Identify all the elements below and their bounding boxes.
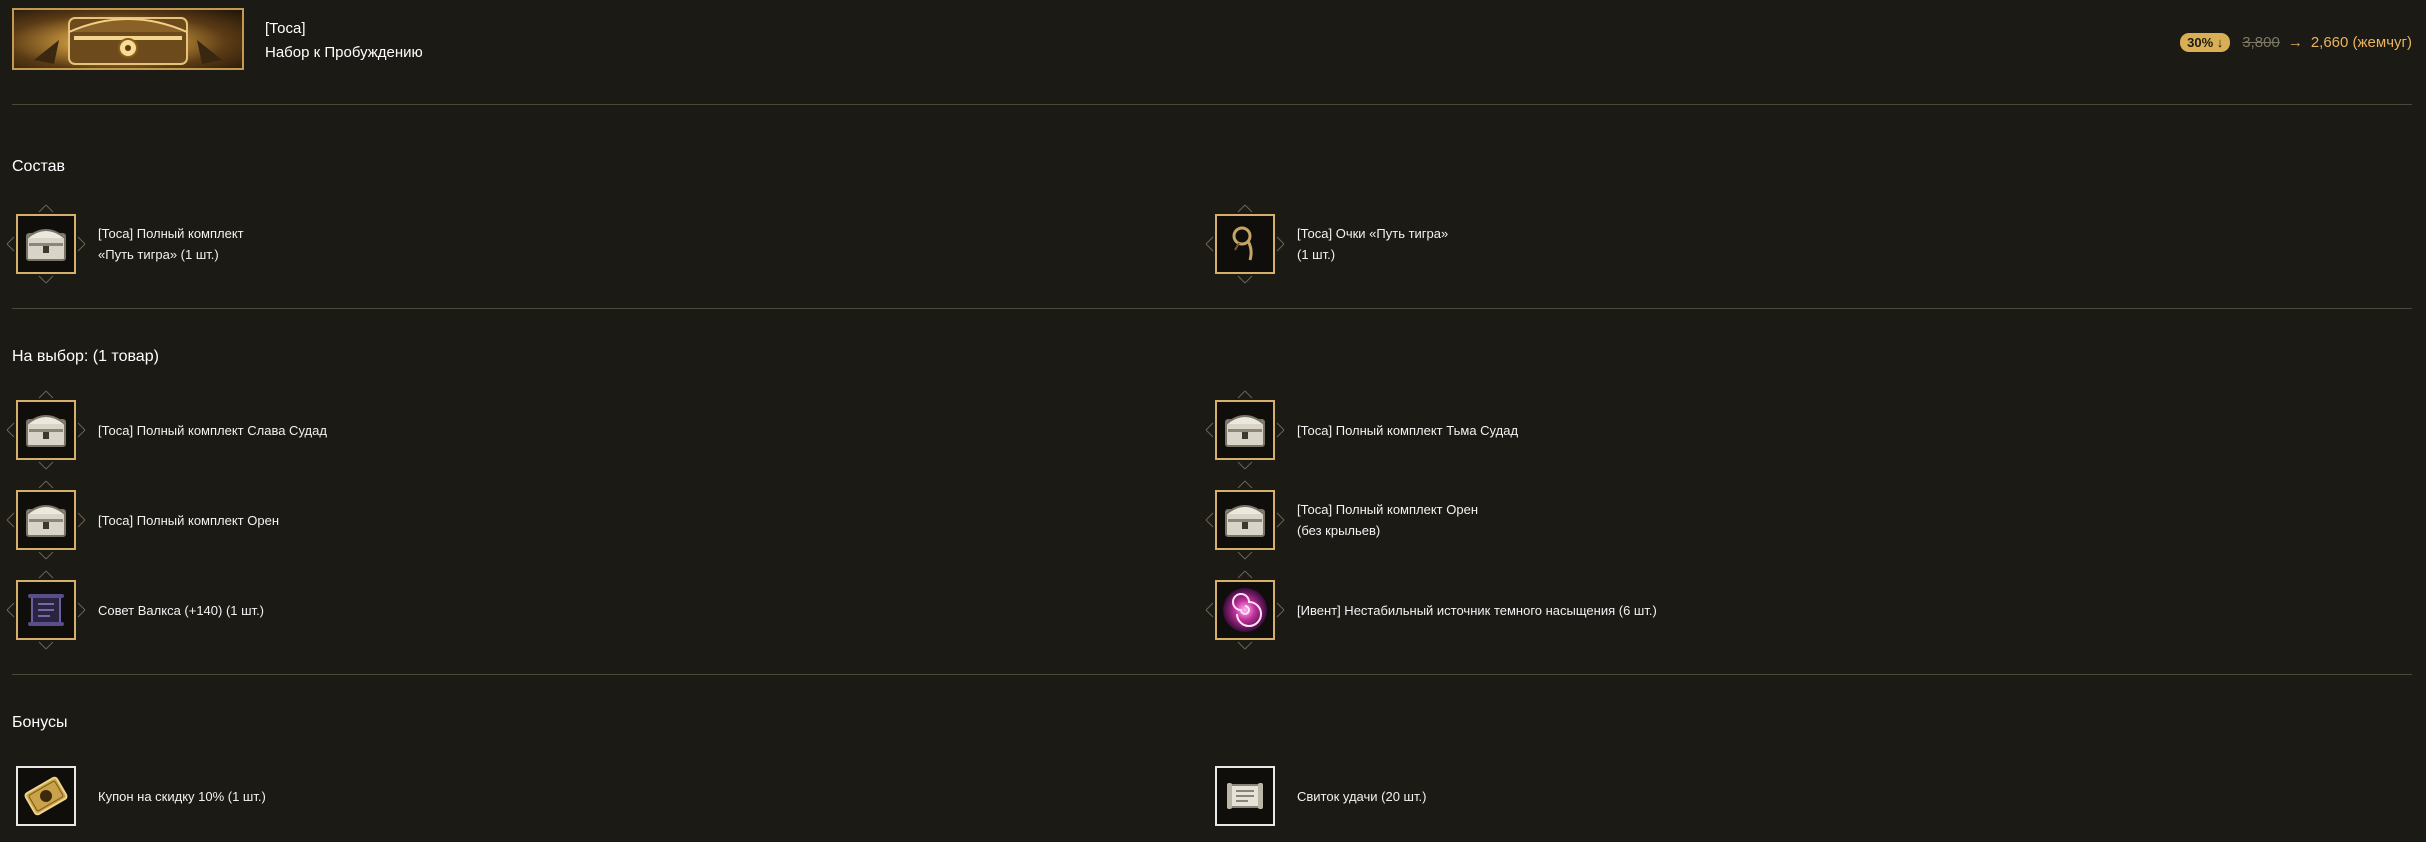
item-frame <box>6 480 86 560</box>
item-label: Совет Валкса (+140) (1 шт.) <box>98 570 264 650</box>
item-label-line1: [Тоса] Полный комплект Орен <box>1297 502 1478 517</box>
chest-icon <box>16 490 76 550</box>
section-title-choice: На выбор: (1 товар) <box>12 348 159 365</box>
item-label-line1: [Тоса] Полный комплект Орен <box>98 512 279 528</box>
choice-item[interactable]: Совет Валкса (+140) (1 шт.) <box>6 570 1106 650</box>
coupon-icon <box>16 766 76 826</box>
item-label-line1: Купон на скидку 10% (1 шт.) <box>98 788 266 804</box>
item-frame <box>1205 756 1285 836</box>
item-label-line2: «Путь тигра» (1 шт.) <box>98 247 219 262</box>
choice-item[interactable]: [Тоса] Полный комплект Слава Судад <box>6 390 1106 470</box>
item-label-line1: [Тоса] Полный комплект Тьма Судад <box>1297 422 1519 438</box>
composition-item[interactable]: [Тоса] Очки «Путь тигра» (1 шт.) <box>1205 204 2305 284</box>
item-label-line1: [Тоса] Полный комплект <box>98 226 244 241</box>
chest-icon <box>16 214 76 274</box>
item-label: [Ивент] Нестабильный источник темного на… <box>1297 570 1657 650</box>
discount-badge: 30% ↓ <box>2180 32 2231 52</box>
choice-item[interactable]: [Ивент] Нестабильный источник темного на… <box>1205 570 2305 650</box>
product-header: [Тоса] Набор к Пробуждению 30% ↓ 3,800 →… <box>12 8 2412 74</box>
price-arrow-icon: → <box>2287 33 2303 51</box>
bonus-item[interactable]: Свиток удачи (20 шт.) <box>1205 756 2305 836</box>
item-label: [Тоса] Полный комплект Орен <box>98 480 279 560</box>
section-title-bonuses: Бонусы <box>12 714 68 731</box>
chest-icon <box>1215 400 1275 460</box>
product-category: [Тоса] <box>265 20 306 37</box>
choice-item[interactable]: [Тоса] Полный комплект Орен <box>6 480 1106 560</box>
item-label: [Тоса] Очки «Путь тигра» (1 шт.) <box>1297 204 1448 284</box>
item-frame <box>6 204 86 284</box>
price-block: 30% ↓ 3,800 → 2,660 (жемчуг) <box>2180 30 2412 54</box>
choice-item[interactable]: [Тоса] Полный комплект Орен (без крыльев… <box>1205 480 2305 560</box>
item-label-line1: [Ивент] Нестабильный источник темного на… <box>1297 602 1657 618</box>
item-frame <box>1205 480 1285 560</box>
scroll-icon <box>16 580 76 640</box>
item-frame <box>1205 204 1285 284</box>
choice-item[interactable]: [Тоса] Полный комплект Тьма Судад <box>1205 390 2305 470</box>
treasure-chest-banner-icon <box>12 8 244 70</box>
item-frame <box>6 570 86 650</box>
item-frame <box>1205 570 1285 650</box>
item-label: [Тоса] Полный комплект Тьма Судад <box>1297 390 1518 470</box>
old-price: 3,800 <box>2242 33 2280 51</box>
divider <box>12 104 2412 105</box>
item-label: [Тоса] Полный комплект Орен (без крыльев… <box>1297 480 1478 560</box>
vortex-icon <box>1215 580 1275 640</box>
item-frame <box>1205 390 1285 470</box>
item-label-line1: [Тоса] Полный комплект Слава Судад <box>98 422 327 438</box>
product-name: Набор к Пробуждению <box>265 44 423 61</box>
section-title-composition: Состав <box>12 158 65 175</box>
item-label-line2: (1 шт.) <box>1297 247 1336 262</box>
divider <box>12 674 2412 675</box>
glasses-icon <box>1215 214 1275 274</box>
chest-icon <box>16 400 76 460</box>
item-frame <box>6 390 86 470</box>
item-label-line1: [Тоса] Очки «Путь тигра» <box>1297 226 1449 241</box>
item-label-line2: (без крыльев) <box>1297 523 1381 538</box>
divider <box>12 308 2412 309</box>
item-label: [Тоса] Полный комплект Слава Судад <box>98 390 327 470</box>
composition-item[interactable]: [Тоса] Полный комплект «Путь тигра» (1 ш… <box>6 204 1106 284</box>
chest-icon <box>1215 490 1275 550</box>
item-label-line1: Совет Валкса (+140) (1 шт.) <box>98 602 265 618</box>
item-label: Купон на скидку 10% (1 шт.) <box>98 756 266 836</box>
luck-scroll-icon <box>1215 766 1275 826</box>
new-price: 2,660 (жемчуг) <box>2310 33 2412 51</box>
item-frame <box>6 756 86 836</box>
item-label: [Тоса] Полный комплект «Путь тигра» (1 ш… <box>98 204 244 284</box>
bonus-item[interactable]: Купон на скидку 10% (1 шт.) <box>6 756 1106 836</box>
item-label: Свиток удачи (20 шт.) <box>1297 756 1426 836</box>
item-label-line1: Свиток удачи (20 шт.) <box>1297 788 1427 804</box>
